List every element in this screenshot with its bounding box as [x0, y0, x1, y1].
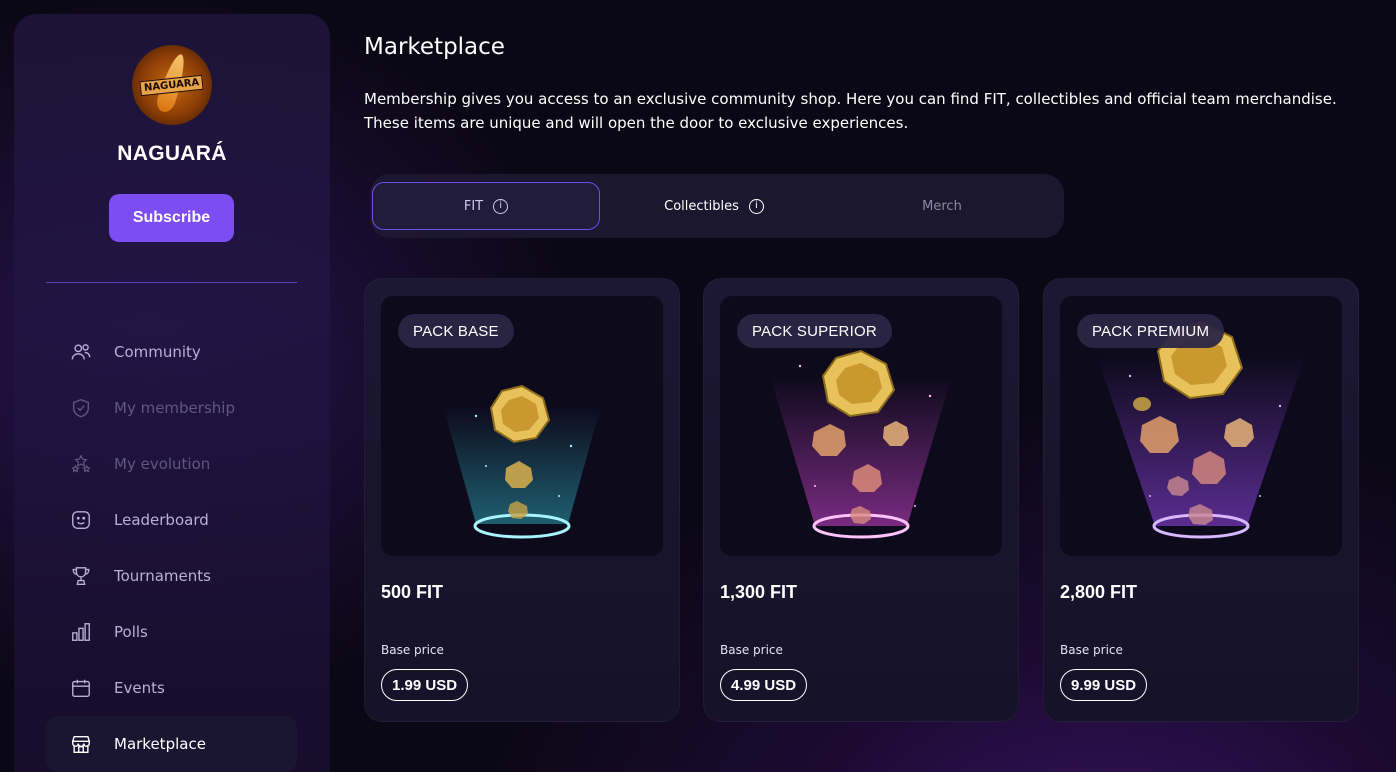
sidebar-item-label: Tournaments — [114, 567, 211, 585]
info-icon[interactable]: i — [748, 198, 764, 214]
price-button[interactable]: 4.99 USD — [720, 669, 808, 701]
sidebar-item-label: My membership — [114, 399, 235, 417]
sidebar-nav: Community My membership My evolution Lea… — [46, 324, 297, 772]
sidebar-item-label: Community — [114, 343, 201, 361]
page-title: Marketplace — [364, 34, 505, 60]
sidebar-item-marketplace[interactable]: Marketplace — [46, 716, 297, 772]
team-avatar: NAGUARA — [132, 45, 212, 125]
sidebar-item-label: My evolution — [114, 455, 211, 473]
tab-label: Merch — [922, 198, 962, 214]
sidebar-item-my-evolution[interactable]: My evolution — [46, 436, 297, 492]
pack-artwork: PACK PREMIUM — [1060, 296, 1342, 556]
tab-merch[interactable]: Merch — [828, 182, 1056, 230]
sidebar-divider — [46, 282, 297, 283]
base-price-label: Base price — [1060, 643, 1123, 657]
tab-collectibles[interactable]: Collectibles i — [600, 182, 828, 230]
sidebar-item-tournaments[interactable]: Tournaments — [46, 548, 297, 604]
sidebar: NAGUARA NAGUARÁ Subscribe Community My m… — [14, 14, 330, 772]
sidebar-item-label: Polls — [114, 623, 148, 641]
shield-icon — [70, 397, 92, 419]
price-button[interactable]: 9.99 USD — [1060, 669, 1148, 701]
base-price-label: Base price — [381, 643, 444, 657]
calendar-icon — [70, 677, 92, 699]
price-button[interactable]: 1.99 USD — [381, 669, 469, 701]
pack-name-chip: PACK PREMIUM — [1077, 314, 1225, 348]
pack-name-chip: PACK SUPERIOR — [737, 314, 892, 348]
community-icon — [70, 341, 92, 363]
sidebar-item-polls[interactable]: Polls — [46, 604, 297, 660]
pack-artwork: PACK BASE — [381, 296, 663, 556]
sidebar-item-events[interactable]: Events — [46, 660, 297, 716]
pack-name-chip: PACK BASE — [398, 314, 514, 348]
sidebar-item-label: Leaderboard — [114, 511, 209, 529]
pack-amount: 1,300 FIT — [720, 582, 798, 602]
pack-amount: 2,800 FIT — [1060, 582, 1138, 602]
base-price-label: Base price — [720, 643, 783, 657]
pack-artwork: PACK SUPERIOR — [720, 296, 1002, 556]
pack-cards: PACK BASE 500 FIT Base price 1.99 USD PA… — [364, 278, 1364, 722]
sidebar-item-my-membership[interactable]: My membership — [46, 380, 297, 436]
pack-card-superior[interactable]: PACK SUPERIOR 1,300 FIT Base price 4.99 … — [703, 278, 1019, 722]
tab-fit[interactable]: FIT i — [372, 182, 600, 230]
avatar-logo-text: NAGUARA — [139, 74, 205, 96]
sidebar-item-leaderboard[interactable]: Leaderboard — [46, 492, 297, 548]
sidebar-item-label: Events — [114, 679, 165, 697]
pack-card-premium[interactable]: PACK PREMIUM 2,800 FIT Base price 9.99 U… — [1043, 278, 1359, 722]
store-icon — [70, 733, 92, 755]
bar-chart-icon — [70, 621, 92, 643]
pack-card-base[interactable]: PACK BASE 500 FIT Base price 1.99 USD — [364, 278, 680, 722]
marketplace-description: Membership gives you access to an exclus… — [364, 90, 1337, 132]
team-name: NAGUARÁ — [117, 142, 227, 165]
sidebar-item-label: Marketplace — [114, 735, 206, 753]
tab-label: FIT — [463, 198, 484, 214]
info-icon[interactable]: i — [493, 198, 509, 214]
marketplace-tabs: FIT i Collectibles i Merch — [370, 174, 1064, 238]
subscribe-button[interactable]: Subscribe — [109, 194, 234, 242]
trophy-icon — [70, 565, 92, 587]
stars-icon — [70, 453, 92, 475]
smiley-icon — [70, 509, 92, 531]
sidebar-item-community[interactable]: Community — [46, 324, 297, 380]
pack-amount: 500 FIT — [381, 582, 444, 602]
tab-label: Collectibles — [664, 198, 739, 214]
